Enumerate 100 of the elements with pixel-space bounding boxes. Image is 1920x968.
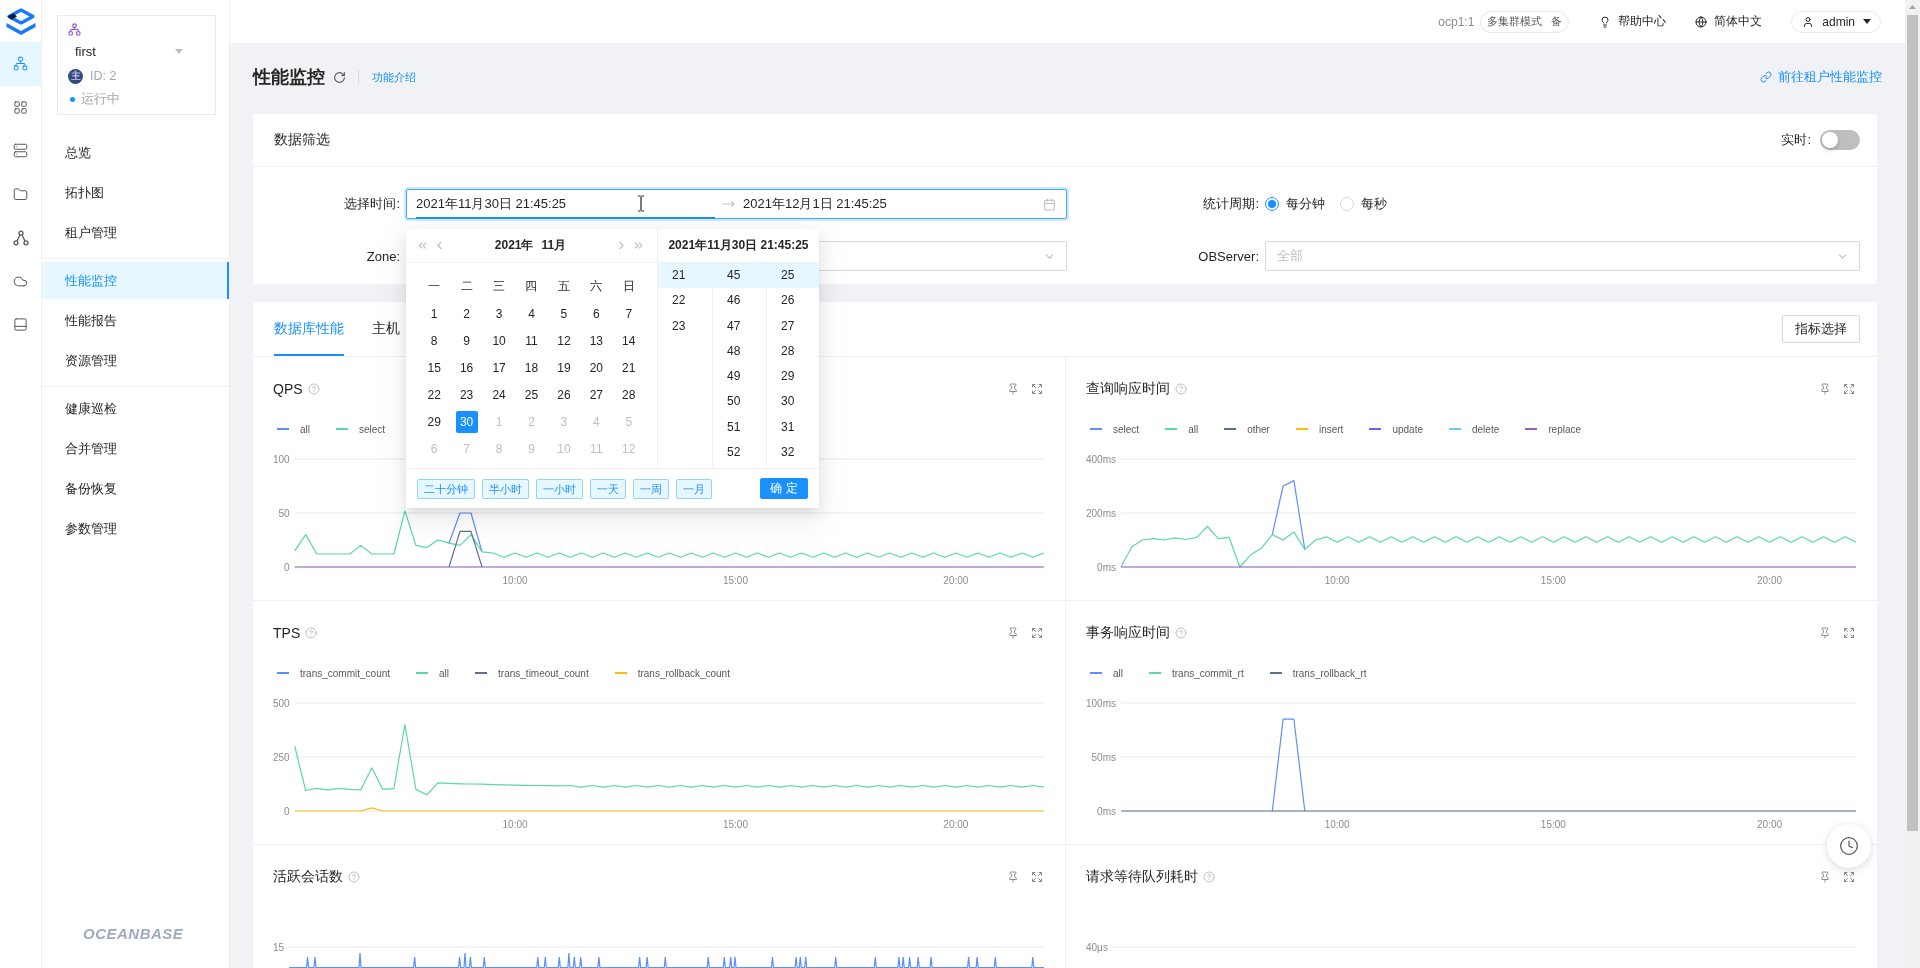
time-option[interactable]: 25	[767, 263, 819, 289]
time-option[interactable]: 32	[767, 440, 819, 466]
calendar-day[interactable]: 3	[488, 302, 511, 325]
time-option[interactable]: 23	[658, 313, 712, 339]
help-icon[interactable]	[1175, 627, 1187, 639]
rail-nav-button[interactable]	[0, 42, 41, 86]
calendar-day[interactable]: 29	[423, 410, 446, 433]
help-icon[interactable]	[305, 627, 318, 639]
calendar-day[interactable]: 12	[552, 329, 575, 352]
expand-icon[interactable]	[1031, 871, 1043, 883]
calendar-day[interactable]: 10	[488, 329, 511, 352]
calendar-day[interactable]: 11	[520, 329, 543, 352]
time-option[interactable]: 52	[713, 440, 766, 466]
time-option[interactable]: 28	[767, 338, 819, 365]
time-option[interactable]: 27	[767, 313, 819, 339]
caret-down-icon[interactable]	[1863, 19, 1871, 24]
calendar-day[interactable]: 17	[488, 356, 511, 379]
radio-option[interactable]: 每秒	[1340, 195, 1387, 213]
calendar-day[interactable]: 8	[423, 329, 446, 352]
calendar-day[interactable]: 14	[617, 329, 640, 352]
time-option[interactable]: 31	[767, 414, 819, 441]
expand-icon[interactable]	[1031, 383, 1043, 395]
menu-item[interactable]: 总览	[42, 134, 229, 171]
calendar-day[interactable]: 5	[552, 302, 575, 325]
calendar-day[interactable]: 15	[423, 356, 446, 379]
calendar-day[interactable]: 22	[423, 383, 446, 406]
year-button[interactable]: 2021年	[494, 237, 534, 254]
help-icon[interactable]	[307, 383, 320, 395]
help-center-link[interactable]: 帮助中心	[1599, 14, 1667, 29]
calendar-day[interactable]: 21	[617, 356, 640, 379]
calendar-day[interactable]: 9	[455, 329, 478, 352]
time-option[interactable]: 46	[713, 288, 766, 314]
double-chevron-right-icon[interactable]	[632, 239, 645, 252]
logo-icon[interactable]	[5, 7, 36, 35]
calendar-icon[interactable]	[1043, 197, 1056, 211]
calendar-day[interactable]: 18	[520, 356, 543, 379]
time-option[interactable]: 47	[713, 313, 766, 339]
pin-icon[interactable]	[1007, 627, 1019, 639]
menu-item[interactable]: 合并管理	[42, 430, 229, 467]
time-option[interactable]: 21	[658, 263, 712, 289]
date-range-field[interactable]: 2021年11月30日 21:45:25 2021年12月1日 21:45:25	[406, 189, 1067, 219]
calendar-day[interactable]: 24	[488, 383, 511, 406]
scrollbar[interactable]	[1905, 0, 1920, 968]
double-chevron-left-icon[interactable]	[416, 239, 429, 252]
help-icon[interactable]	[1203, 871, 1215, 883]
menu-item[interactable]: 备份恢复	[42, 470, 229, 507]
time-option[interactable]: 48	[713, 338, 766, 365]
time-option[interactable]: 29	[767, 364, 819, 390]
time-option[interactable]: 45	[713, 263, 766, 289]
expand-icon[interactable]	[1843, 627, 1855, 639]
calendar-day[interactable]: 26	[552, 383, 575, 406]
menu-item[interactable]: 健康巡检	[42, 390, 229, 427]
calendar-day[interactable]: 28	[617, 383, 640, 406]
time-option[interactable]: 26	[767, 288, 819, 314]
calendar-day[interactable]: 27	[585, 383, 608, 406]
menu-item[interactable]: 租户管理	[42, 214, 229, 251]
pin-icon[interactable]	[1819, 871, 1831, 883]
calendar-day[interactable]: 1	[423, 302, 446, 325]
end-time-input[interactable]: 2021年12月1日 21:45:25	[743, 195, 1043, 213]
language-menu[interactable]: 简体中文	[1695, 14, 1763, 29]
help-icon[interactable]	[1175, 383, 1187, 395]
calendar-day[interactable]: 4	[520, 302, 543, 325]
expand-icon[interactable]	[1031, 627, 1043, 639]
menu-item[interactable]: 性能报告	[42, 302, 229, 339]
calendar-day[interactable]: 2	[455, 302, 478, 325]
pin-icon[interactable]	[1819, 627, 1831, 639]
time-option[interactable]: 22	[658, 288, 712, 314]
calendar-day[interactable]: 20	[585, 356, 608, 379]
pin-icon[interactable]	[1007, 383, 1019, 395]
radio-option[interactable]: 每分钟	[1265, 195, 1325, 213]
expand-icon[interactable]	[1843, 383, 1855, 395]
metric-select-button[interactable]: 指标选择	[1782, 315, 1860, 343]
time-option[interactable]: 51	[713, 414, 766, 441]
calendar-day[interactable]: 7	[617, 302, 640, 325]
menu-item[interactable]: 参数管理	[42, 510, 229, 547]
user-menu-button[interactable]: admin	[1791, 10, 1881, 33]
time-option[interactable]: 50	[713, 389, 766, 415]
legend-label: all	[1113, 667, 1123, 679]
menu-item[interactable]: 拓扑图	[42, 174, 229, 211]
scrollbar-thumb[interactable]	[1907, 15, 1918, 831]
tab[interactable]: 主机	[372, 302, 400, 356]
time-option[interactable]: 30	[767, 389, 819, 415]
calendar-day[interactable]: 19	[552, 356, 575, 379]
calendar-day[interactable]: 16	[455, 356, 478, 379]
cluster-card[interactable]: first 主 ID: 2 运行中	[57, 15, 216, 115]
start-time-input[interactable]: 2021年11月30日 21:45:25	[416, 195, 715, 213]
scroll-up-arrow-icon[interactable]	[1909, 5, 1916, 9]
pin-icon[interactable]	[1819, 383, 1831, 395]
pin-icon[interactable]	[1007, 871, 1019, 883]
calendar-day[interactable]: 6	[585, 302, 608, 325]
help-icon[interactable]	[348, 871, 360, 883]
calendar-day[interactable]: 25	[520, 383, 543, 406]
month-button[interactable]: 11月	[541, 237, 567, 254]
calendar-day[interactable]: 13	[585, 329, 608, 352]
calendar-day[interactable]: 23	[455, 383, 478, 406]
menu-item[interactable]: 资源管理	[42, 342, 229, 379]
expand-icon[interactable]	[1843, 871, 1855, 883]
realtime-switch[interactable]	[1820, 130, 1860, 150]
time-option[interactable]: 49	[713, 364, 766, 390]
refresh-icon[interactable]	[333, 70, 346, 84]
